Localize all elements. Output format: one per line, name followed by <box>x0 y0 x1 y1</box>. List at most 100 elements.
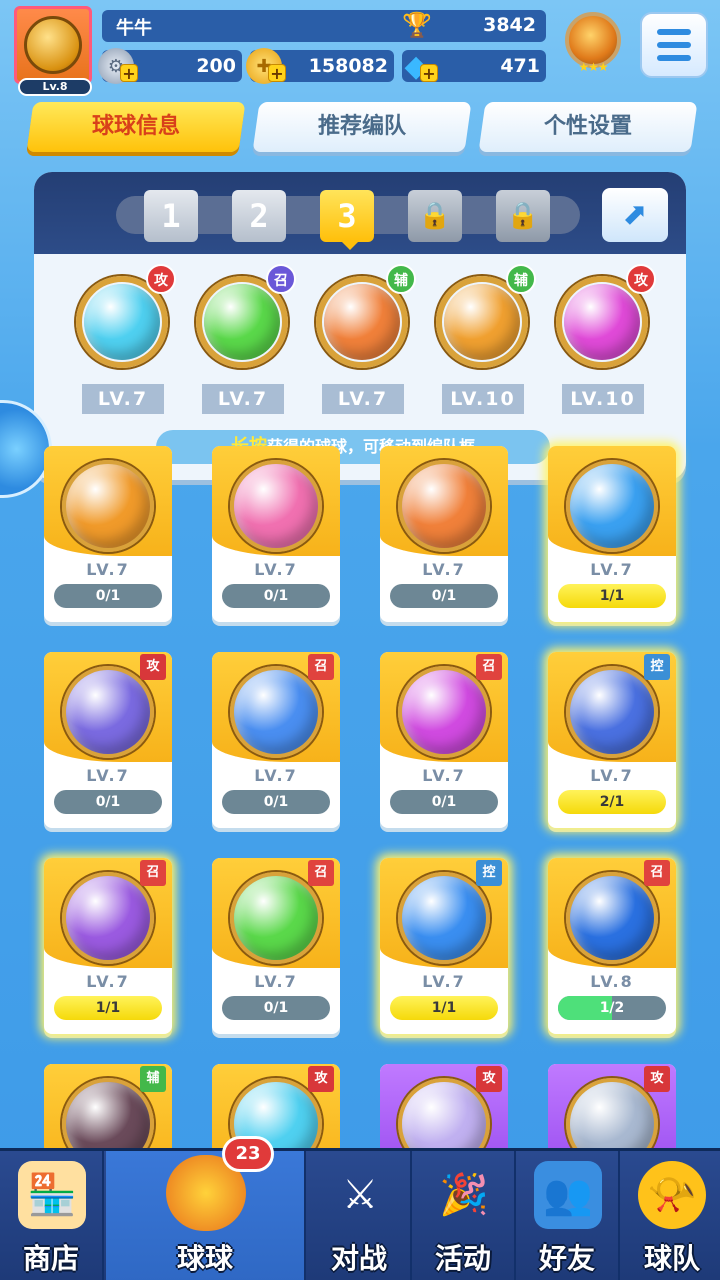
rank-medal[interactable]: ★★★ <box>560 12 626 82</box>
tab-recommended-team[interactable]: 推荐编队 <box>252 102 472 152</box>
ball-type-tag: 控 <box>644 654 670 680</box>
ball-type-tag: 攻 <box>644 1066 670 1092</box>
team-ball-level: LV.7 <box>202 384 284 414</box>
progress-text: 0/1 <box>95 794 121 810</box>
balls-notification-badge: 23 <box>222 1136 274 1172</box>
mushroom-ball-icon <box>402 670 486 754</box>
upgrade-progress-bar: 1/1 <box>54 996 162 1020</box>
ball-level: LV.7 <box>254 766 298 785</box>
ball-level: LV.7 <box>590 766 634 785</box>
ball-type-tag: 召 <box>308 654 334 680</box>
ball-type-tag: 召 <box>266 264 296 294</box>
ball-card[interactable]: LV.7 0/1 <box>380 446 508 622</box>
team-ball-level: LV.10 <box>442 384 524 414</box>
nav-balls[interactable]: 球球 <box>106 1151 306 1280</box>
progress-text: 0/1 <box>263 588 289 604</box>
nav-events[interactable]: 🎉 活动 <box>412 1151 516 1280</box>
add-gems-button[interactable]: + <box>420 64 438 83</box>
upgrade-progress-bar: 1/1 <box>558 584 666 608</box>
player-name-bar: 牛牛 🏆 3842 <box>102 10 546 42</box>
progress-text: 1/2 <box>599 1000 625 1016</box>
team-ball-level: LV.10 <box>562 384 644 414</box>
add-gold-button[interactable]: + <box>268 64 286 83</box>
ball-level: LV.7 <box>422 972 466 991</box>
team-slot-5-locked[interactable]: 🔒 <box>496 190 550 242</box>
selected-slot-pointer <box>340 240 360 250</box>
ball-type-tag: 召 <box>140 860 166 886</box>
team-ball-1[interactable]: 攻 <box>74 264 176 388</box>
upgrade-progress-bar: 0/1 <box>390 584 498 608</box>
whistle-icon: 📯 <box>638 1161 706 1229</box>
upgrade-progress-bar: 0/1 <box>222 584 330 608</box>
nav-shop[interactable]: 🏪 商店 <box>0 1151 104 1280</box>
vortex-ball-icon <box>234 670 318 754</box>
lock-icon: 🔒 <box>418 201 452 231</box>
progress-text: 0/1 <box>431 588 457 604</box>
tab-personal-settings[interactable]: 个性设置 <box>478 102 698 152</box>
ball-card[interactable]: 召 LV.7 1/1 <box>44 858 172 1034</box>
maze-ball-icon <box>66 670 150 754</box>
ball-card[interactable]: 召 LV.7 0/1 <box>212 858 340 1034</box>
nav-battle[interactable]: ⚔ 对战 <box>308 1151 412 1280</box>
ball-type-tag: 攻 <box>146 264 176 294</box>
ice-ball-icon <box>570 876 654 960</box>
team-ball-5[interactable]: 攻 <box>554 264 656 388</box>
ball-type-tag: 攻 <box>308 1066 334 1092</box>
progress-text: 0/1 <box>95 588 121 604</box>
menu-button[interactable] <box>640 12 708 78</box>
ball-card[interactable]: 控 LV.7 2/1 <box>548 652 676 828</box>
nav-friends-label: 好友 <box>538 1242 595 1275</box>
ball-type-tag: 攻 <box>476 1066 502 1092</box>
ball-card[interactable]: 控 LV.7 1/1 <box>380 858 508 1034</box>
upgrade-progress-bar: 0/1 <box>222 790 330 814</box>
upgrade-progress-bar: 0/1 <box>54 790 162 814</box>
team-ball-2[interactable]: 召 <box>194 264 296 388</box>
ball-card[interactable]: 召 LV.7 0/1 <box>380 652 508 828</box>
player-avatar[interactable] <box>14 6 92 84</box>
ball-level: LV.7 <box>86 560 130 579</box>
upgrade-progress-bar: 1/1 <box>390 996 498 1020</box>
phoenix-ball-icon <box>402 464 486 548</box>
ball-card[interactable]: LV.7 0/1 <box>44 446 172 622</box>
tab-ball-info[interactable]: 球球信息 <box>26 102 246 152</box>
team-ball-level: LV.7 <box>322 384 404 414</box>
ball-card[interactable]: LV.7 0/1 <box>212 446 340 622</box>
ball-type-tag: 辅 <box>386 264 416 294</box>
ball-type-tag: 召 <box>476 654 502 680</box>
share-button[interactable]: ⬈ <box>602 188 668 242</box>
nav-friends[interactable]: 👥 好友 <box>516 1151 620 1280</box>
star-ball-icon <box>204 284 280 360</box>
team-slot-2[interactable]: 2 <box>232 190 286 242</box>
nav-team[interactable]: 📯 球队 <box>620 1151 720 1280</box>
orbit-ball-icon <box>66 876 150 960</box>
shield-ball-icon <box>564 284 640 360</box>
ball-card[interactable]: 召 LV.8 1/2 <box>548 858 676 1034</box>
cloud-ball-icon <box>570 464 654 548</box>
star-ball-icon <box>234 876 318 960</box>
progress-text: 2/1 <box>599 794 625 810</box>
team-ball-3[interactable]: 辅 <box>314 264 416 388</box>
ball-card[interactable]: 召 LV.7 0/1 <box>212 652 340 828</box>
team-slot-header: 1 2 3 🔒 🔒 ⬈ <box>34 172 686 254</box>
team-slot-3[interactable]: 3 <box>320 190 374 242</box>
bottom-nav: 🏪 商店 球球 ⚔ 对战 🎉 活动 👥 好友 📯 球队 <box>0 1148 720 1280</box>
player-name: 牛牛 <box>116 18 152 39</box>
ball-card[interactable]: LV.7 1/1 <box>548 446 676 622</box>
friends-book-icon: 👥 <box>534 1161 602 1229</box>
team-slot-1[interactable]: 1 <box>144 190 198 242</box>
ball-level: LV.7 <box>590 560 634 579</box>
ball-card[interactable]: 攻 LV.7 0/1 <box>44 652 172 828</box>
party-popper-icon: 🎉 <box>439 1172 489 1218</box>
ball-type-tag: 辅 <box>506 264 536 294</box>
team-slot-4-locked[interactable]: 🔒 <box>408 190 462 242</box>
progress-text: 1/1 <box>599 588 625 604</box>
ball-type-tag: 辅 <box>140 1066 166 1092</box>
upgrade-progress-bar: 0/1 <box>222 996 330 1020</box>
nav-battle-label: 对战 <box>330 1242 387 1275</box>
progress-text: 0/1 <box>431 794 457 810</box>
team-ball-4[interactable]: 辅 <box>434 264 536 388</box>
ball-type-tag: 攻 <box>626 264 656 294</box>
ball-type-tag: 攻 <box>140 654 166 680</box>
shop-icon: 🏪 <box>18 1161 86 1229</box>
add-silver-button[interactable]: + <box>120 64 138 83</box>
